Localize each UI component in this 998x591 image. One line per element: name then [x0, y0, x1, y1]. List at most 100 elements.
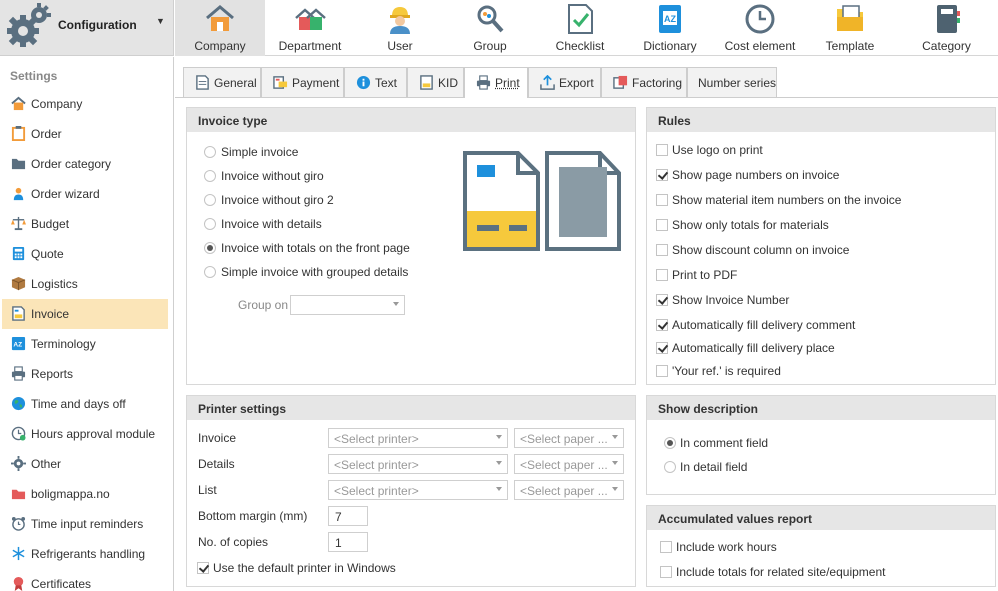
sidebar-item-logistics[interactable]: Logistics: [2, 269, 168, 299]
radio-invoice-without-giro[interactable]: [204, 170, 216, 182]
gear-icon: [11, 456, 26, 471]
sidebar-item-boligmappa[interactable]: boligmappa.no: [2, 479, 168, 509]
group-on-select[interactable]: [290, 295, 405, 315]
nav-template[interactable]: Template: [805, 0, 895, 56]
checkbox-page-numbers[interactable]: [656, 169, 668, 181]
sidebar-item-other[interactable]: Other: [2, 449, 168, 479]
sidebar-item-budget[interactable]: Budget: [2, 209, 168, 239]
tab-payment[interactable]: Payment: [261, 67, 344, 97]
tab-factoring[interactable]: Factoring: [601, 67, 687, 97]
clock-icon: [745, 4, 775, 34]
snowflake-icon: [12, 546, 25, 561]
invoice-icon: [12, 306, 25, 321]
checkbox-include-work-hours[interactable]: [660, 541, 672, 553]
tab-kid[interactable]: KID: [407, 67, 464, 97]
checkbox-print-to-pdf[interactable]: [656, 269, 668, 281]
scales-icon: [11, 216, 26, 231]
list-printer-select[interactable]: <Select printer>: [328, 480, 508, 500]
terminology-icon: AZ: [11, 336, 26, 351]
sidebar-item-refrigerants-handling[interactable]: Refrigerants handling: [2, 539, 168, 569]
invoice-paper-select[interactable]: <Select paper ...: [514, 428, 624, 448]
chevron-down-icon[interactable]: ▼: [156, 16, 165, 26]
chevron-down-icon: [612, 487, 618, 491]
rules-header: Rules: [647, 108, 995, 132]
invoice-preview-illustration: [463, 151, 621, 251]
details-paper-select[interactable]: <Select paper ...: [514, 454, 624, 474]
sidebar-item-time-and-days-off[interactable]: Time and days off: [2, 389, 168, 419]
configuration-menu[interactable]: Configuration ▼: [0, 0, 174, 56]
nav-dictionary[interactable]: AZ Dictionary: [625, 0, 715, 56]
checkbox-show-invoice-number[interactable]: [656, 294, 668, 306]
checkbox-fill-delivery-comment[interactable]: [656, 319, 668, 331]
nav-group[interactable]: Group: [445, 0, 535, 56]
option-label: Invoice with details: [221, 217, 322, 231]
nav-category[interactable]: Category: [895, 0, 998, 56]
document-icon: [196, 75, 209, 90]
radio-simple-invoice-grouped[interactable]: [204, 266, 216, 278]
checkbox-fill-delivery-place[interactable]: [656, 342, 668, 354]
tab-export[interactable]: Export: [528, 67, 601, 97]
radio-simple-invoice[interactable]: [204, 146, 216, 158]
nav-checklist[interactable]: Checklist: [535, 0, 625, 56]
details-printer-select[interactable]: <Select printer>: [328, 454, 508, 474]
checkbox-default-printer[interactable]: [197, 562, 209, 574]
radio-invoice-with-details[interactable]: [204, 218, 216, 230]
radio-invoice-with-totals[interactable]: [204, 242, 216, 254]
checkbox-your-ref-required[interactable]: [656, 365, 668, 377]
sidebar-item-reports[interactable]: Reports: [2, 359, 168, 389]
sidebar-item-time-input-reminders[interactable]: Time input reminders: [2, 509, 168, 539]
nav-cost-element[interactable]: Cost element: [715, 0, 805, 56]
houses-icon: [295, 8, 326, 30]
checkbox-material-item-numbers[interactable]: [656, 194, 668, 206]
option-label: In detail field: [680, 460, 748, 474]
printer-icon: [476, 75, 491, 90]
sidebar-item-company[interactable]: Company: [2, 89, 168, 119]
sidebar-item-terminology[interactable]: AZ Terminology: [2, 329, 168, 359]
group-search-icon: [477, 5, 504, 33]
tab-number-series[interactable]: Number series: [687, 67, 777, 97]
accumulated-values-header: Accumulated values report: [647, 506, 995, 530]
copies-input[interactable]: 1: [328, 532, 368, 552]
tab-divider: [175, 97, 998, 98]
bottom-margin-input[interactable]: 7: [328, 506, 368, 526]
checkbox-only-totals-materials[interactable]: [656, 219, 668, 231]
worker-icon: [390, 7, 410, 34]
printer-settings-panel: Printer settings Invoice <Select printer…: [186, 395, 636, 587]
sidebar-item-hours-approval-module[interactable]: Hours approval module: [2, 419, 168, 449]
tab-general[interactable]: General: [183, 67, 261, 97]
sidebar-item-order-category[interactable]: Order category: [2, 149, 168, 179]
export-icon: [540, 75, 555, 90]
alarm-clock-icon: [11, 516, 26, 531]
radio-in-comment-field[interactable]: [664, 437, 676, 449]
nav-department[interactable]: Department: [265, 0, 355, 56]
dictionary-icon: AZ: [659, 5, 681, 33]
invoice-printer-select[interactable]: <Select printer>: [328, 428, 508, 448]
rule-label: 'Your ref.' is required: [672, 364, 781, 378]
rule-label: Automatically fill delivery place: [672, 341, 835, 355]
printer-settings-header: Printer settings: [187, 396, 635, 420]
settings-sidebar: Settings Company Order Order category Or…: [0, 57, 174, 591]
rule-label: Print to PDF: [672, 268, 738, 282]
top-navigation: Company Department User Group Checklist …: [175, 0, 998, 56]
copies-label: No. of copies: [198, 535, 269, 549]
sidebar-item-invoice[interactable]: Invoice: [2, 299, 168, 329]
printer-icon: [11, 366, 26, 381]
checkbox-include-related-totals[interactable]: [660, 566, 672, 578]
radio-in-detail-field[interactable]: [664, 461, 676, 473]
factoring-icon: [613, 75, 628, 89]
radio-invoice-without-giro-2[interactable]: [204, 194, 216, 206]
sidebar-item-quote[interactable]: Quote: [2, 239, 168, 269]
sidebar-item-order-wizard[interactable]: Order wizard: [2, 179, 168, 209]
checkbox-discount-column[interactable]: [656, 244, 668, 256]
invoice-type-panel: Invoice type Simple invoice Invoice with…: [186, 107, 636, 385]
chevron-down-icon: [496, 435, 502, 439]
tab-print[interactable]: Print: [464, 67, 528, 98]
nav-company[interactable]: Company: [175, 0, 265, 56]
list-paper-select[interactable]: <Select paper ...: [514, 480, 624, 500]
tab-text[interactable]: Text: [344, 67, 407, 97]
nav-user[interactable]: User: [355, 0, 445, 56]
folder-icon: [11, 158, 26, 170]
sidebar-item-certificates[interactable]: Certificates: [2, 569, 168, 591]
checkbox-use-logo[interactable]: [656, 144, 668, 156]
sidebar-item-order[interactable]: Order: [2, 119, 168, 149]
